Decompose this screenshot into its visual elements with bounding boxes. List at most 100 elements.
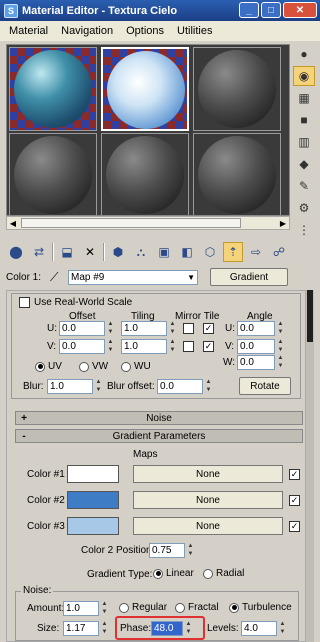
v-angle-field[interactable]: 0.0 <box>237 339 275 354</box>
noise-regular[interactable]: Regular <box>119 602 167 613</box>
blur-field[interactable]: 1.0 <box>47 379 93 394</box>
sample-type-icon[interactable]: ● <box>293 44 315 64</box>
v-offset-field[interactable]: 0.0 <box>59 339 105 354</box>
noise-fractal[interactable]: Fractal <box>175 602 219 613</box>
pick-material-icon[interactable]: ☍ <box>269 242 289 262</box>
go-forward-sibling-icon[interactable]: ⇨ <box>246 242 266 262</box>
color1-map-checkbox[interactable]: ✓ <box>289 469 300 480</box>
spinner-icon[interactable]: ▲ ▼ <box>168 339 177 354</box>
mapping-wu[interactable]: WU <box>121 361 151 372</box>
v-mirror-checkbox[interactable] <box>183 341 194 352</box>
maximize-button[interactable]: □ <box>261 2 281 18</box>
color1-map-button[interactable]: None <box>133 465 283 483</box>
close-button[interactable]: ✕ <box>283 2 317 18</box>
show-map-in-viewport-icon[interactable]: ◧ <box>177 242 197 262</box>
menu-navigation[interactable]: Navigation <box>61 25 113 37</box>
sample-slot-2[interactable] <box>101 47 189 131</box>
spinner-icon[interactable]: ▲ ▼ <box>94 379 103 394</box>
spinner-icon[interactable]: ▲ ▼ <box>184 621 193 636</box>
backlight-icon[interactable]: ◉ <box>293 66 315 86</box>
background-checker-icon[interactable]: ▦ <box>293 88 315 108</box>
gradient-type-radial[interactable]: Radial <box>203 568 244 579</box>
spinner-icon[interactable]: ▲ ▼ <box>106 321 115 336</box>
make-unique-icon[interactable]: ⬢ <box>108 242 128 262</box>
get-material-icon[interactable]: ⬤ <box>6 242 26 262</box>
spinner-icon[interactable]: ▲ ▼ <box>168 321 177 336</box>
radio-vw[interactable] <box>79 361 89 372</box>
menu-material[interactable]: Material <box>9 25 48 37</box>
spinner-icon[interactable]: ▲ ▼ <box>276 355 285 370</box>
color3-map-checkbox[interactable]: ✓ <box>289 521 300 532</box>
gradient-type-linear[interactable]: Linear <box>153 568 194 579</box>
u-mirror-checkbox[interactable] <box>183 323 194 334</box>
v-tiling-field[interactable]: 1.0 <box>121 339 167 354</box>
phase-field[interactable]: 48.0 <box>151 621 183 636</box>
radio-radial[interactable] <box>203 568 213 579</box>
panel-vertical-scrollbar[interactable] <box>306 290 314 642</box>
color3-map-button[interactable]: None <box>133 517 283 535</box>
rotate-button[interactable]: Rotate <box>239 377 291 395</box>
radio-linear[interactable] <box>153 568 163 579</box>
color1-swatch[interactable] <box>67 465 119 483</box>
sample-slot-1[interactable] <box>9 47 97 131</box>
u-angle-field[interactable]: 0.0 <box>237 321 275 336</box>
levels-field[interactable]: 4.0 <box>241 621 277 636</box>
u-offset-field[interactable]: 0.0 <box>59 321 105 336</box>
radio-uv[interactable] <box>35 361 45 372</box>
put-to-library-icon[interactable]: ⛬ <box>131 242 151 262</box>
make-preview-icon[interactable]: ◆ <box>293 154 315 174</box>
assign-material-icon[interactable]: ⬓ <box>57 242 77 262</box>
gradient-rollout[interactable]: - Gradient Parameters <box>15 429 303 443</box>
sample-slot-5[interactable] <box>101 133 189 215</box>
v-tile-checkbox[interactable]: ✓ <box>203 341 214 352</box>
sample-slot-6[interactable] <box>193 133 281 215</box>
spinner-icon[interactable]: ▲ ▼ <box>100 601 109 616</box>
color2-swatch[interactable] <box>67 491 119 509</box>
radio-wu[interactable] <box>121 361 131 372</box>
mapping-vw[interactable]: VW <box>79 361 108 372</box>
mapping-uv[interactable]: UV <box>35 361 62 372</box>
radio-regular[interactable] <box>119 602 129 613</box>
put-to-scene-icon[interactable]: ⇄ <box>29 242 49 262</box>
spinner-icon[interactable]: ▲ ▼ <box>186 543 195 558</box>
menu-utilities[interactable]: Utilities <box>177 25 212 37</box>
minimize-button[interactable]: _ <box>239 2 259 18</box>
sample-uv-tiling-icon[interactable]: ■ <box>293 110 315 130</box>
scroll-left-icon[interactable]: ◀ <box>7 217 19 229</box>
u-tiling-field[interactable]: 1.0 <box>121 321 167 336</box>
select-by-material-icon[interactable]: ⚙ <box>293 198 315 218</box>
material-map-navigator-icon[interactable]: ⋮ <box>293 220 315 240</box>
options-icon[interactable]: ✎ <box>293 176 315 196</box>
map-type-button[interactable]: Gradient <box>210 268 288 286</box>
video-color-check-icon[interactable]: ▥ <box>293 132 315 152</box>
noise-turbulence[interactable]: Turbulence <box>229 602 292 613</box>
spinner-icon[interactable]: ▲ ▼ <box>100 621 109 636</box>
spinner-icon[interactable]: ▲ ▼ <box>204 379 213 394</box>
amount-field[interactable]: 1.0 <box>63 601 99 616</box>
menu-options[interactable]: Options <box>126 25 164 37</box>
color2-map-checkbox[interactable]: ✓ <box>289 495 300 506</box>
show-end-result-icon[interactable]: ⬡ <box>200 242 220 262</box>
radio-fractal[interactable] <box>175 602 185 613</box>
spinner-icon[interactable]: ▲ ▼ <box>106 339 115 354</box>
real-world-checkbox[interactable] <box>19 297 30 308</box>
reset-map-icon[interactable]: ✕ <box>80 242 100 262</box>
material-id-icon[interactable]: ▣ <box>154 242 174 262</box>
size-field[interactable]: 1.17 <box>63 621 99 636</box>
u-tile-checkbox[interactable]: ✓ <box>203 323 214 334</box>
blur-offset-field[interactable]: 0.0 <box>157 379 203 394</box>
color2-position-field[interactable]: 0.75 <box>149 543 185 558</box>
pick-eyedropper-icon[interactable]: ⟋ <box>50 270 68 285</box>
spinner-icon[interactable]: ▲ ▼ <box>276 339 285 354</box>
sample-slot-4[interactable] <box>9 133 97 215</box>
color2-map-button[interactable]: None <box>133 491 283 509</box>
color3-swatch[interactable] <box>67 517 119 535</box>
spinner-icon[interactable]: ▲ ▼ <box>276 321 285 336</box>
scroll-right-icon[interactable]: ▶ <box>277 217 289 229</box>
radio-turbulence[interactable] <box>229 602 239 613</box>
map-name-dropdown[interactable]: Map #9 ▼ <box>68 269 198 285</box>
slots-horizontal-scrollbar[interactable]: ◀ ▶ <box>6 216 290 230</box>
w-angle-field[interactable]: 0.0 <box>237 355 275 370</box>
spinner-icon[interactable]: ▲ ▼ <box>278 621 287 636</box>
noise-rollout[interactable]: + Noise <box>15 411 303 425</box>
